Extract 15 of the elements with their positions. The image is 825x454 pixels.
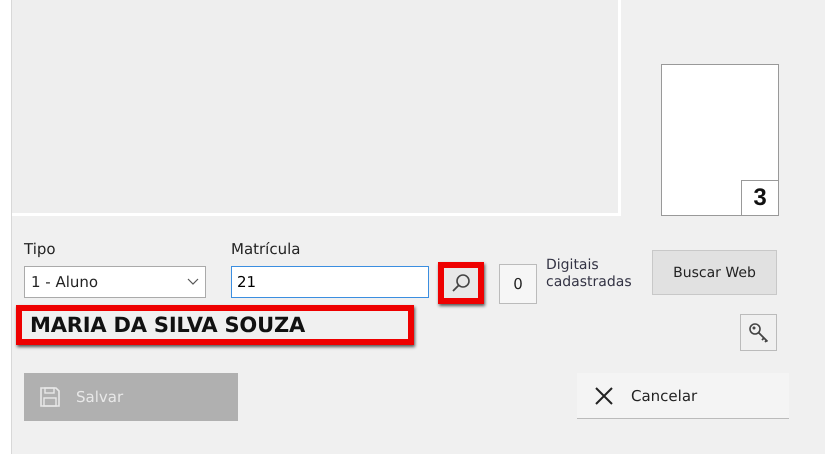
chevron-icon [187, 278, 199, 286]
cancel-button[interactable]: Cancelar [577, 373, 789, 419]
tipo-dropdown[interactable]: 1 - Aluno [24, 266, 206, 298]
tipo-label: Tipo [24, 240, 57, 260]
fingerprint-count: 0 [499, 264, 537, 304]
key-icon [746, 320, 770, 344]
search-web-button[interactable]: Buscar Web [652, 250, 777, 295]
search-button[interactable] [438, 262, 484, 304]
matricula-field[interactable]: 21 [231, 266, 429, 298]
close-icon [593, 384, 615, 406]
matricula-label: Matrícula [231, 240, 302, 260]
key-button[interactable] [740, 314, 777, 351]
photo-number: 3 [741, 180, 778, 215]
fingerprint-label: Digitais cadastradas [546, 257, 633, 291]
student-name: MARIA DA SILVA SOUZA [16, 305, 414, 345]
